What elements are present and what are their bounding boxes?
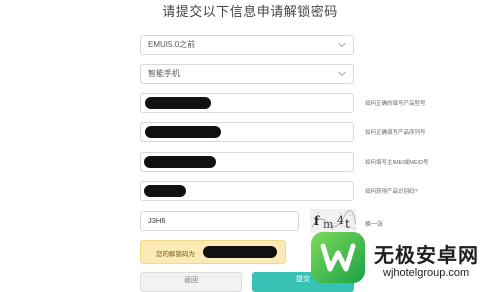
refresh-captcha-link[interactable]: 换一张 (365, 219, 383, 228)
imei-help-link[interactable]: 如何填写主IMEI或MEID号 (365, 158, 429, 166)
redaction-mark (144, 156, 216, 168)
product-id-field[interactable] (140, 181, 354, 201)
watermark-logo (311, 232, 365, 283)
redaction-mark (145, 126, 221, 138)
chevron-down-icon (338, 71, 346, 77)
device-type-value: 智能手机 (148, 69, 180, 78)
page-title: 请提交以下信息申请解锁密码 (162, 4, 338, 19)
serial-number-help-link[interactable]: 如何正确填写产品序列号 (365, 128, 426, 136)
device-type-select[interactable]: 智能手机 (140, 64, 354, 84)
product-model-help-link[interactable]: 如何正确的填写产品型号 (365, 99, 426, 107)
unlock-code-label: 您的解锁码为 (156, 251, 195, 258)
imei-field[interactable] (140, 152, 354, 172)
watermark-title: 无极安卓网 (374, 245, 479, 267)
captcha-input[interactable]: J3H6 (140, 211, 299, 231)
product-model-field[interactable] (140, 93, 354, 113)
product-id-help-link[interactable]: 如何获得产品识别码? (365, 187, 418, 195)
svg-text:f: f (314, 214, 320, 228)
back-button[interactable]: 返回 (140, 272, 242, 292)
os-version-value: EMUI5.0之前 (148, 40, 196, 49)
redaction-mark (203, 246, 277, 258)
svg-text:4: 4 (337, 214, 344, 227)
redaction-mark (145, 97, 211, 109)
unlock-code-result: 您的解锁码为 (140, 240, 286, 264)
site-watermark: 无极安卓网 wjhotelgroup.com (307, 228, 500, 287)
serial-number-field[interactable] (140, 122, 354, 142)
chevron-down-icon (338, 42, 346, 48)
watermark-url: wjhotelgroup.com (383, 267, 470, 279)
redaction-mark (144, 185, 186, 197)
os-version-select[interactable]: EMUI5.0之前 (140, 35, 354, 55)
